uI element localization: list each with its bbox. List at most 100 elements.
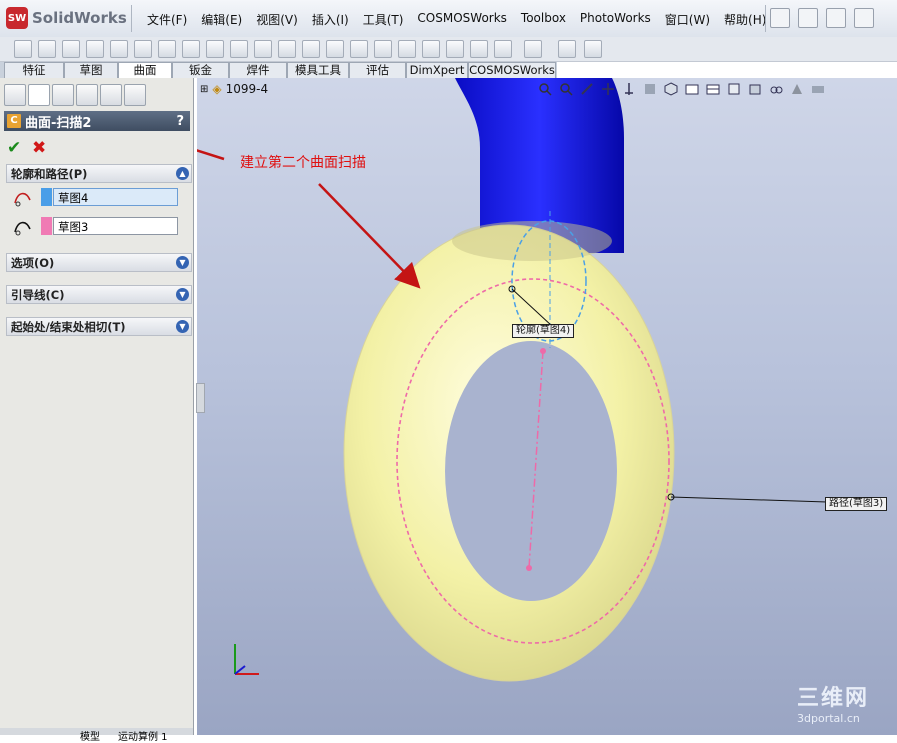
display-manager-tab-icon[interactable] <box>100 84 122 106</box>
dimxpert-manager-tab-icon[interactable] <box>76 84 98 106</box>
thicken-icon[interactable] <box>422 40 440 58</box>
path-selector-icon[interactable] <box>12 217 34 237</box>
new-document-icon[interactable] <box>770 8 790 28</box>
cut-with-surface-icon[interactable] <box>470 40 488 58</box>
tab-cosmosworks[interactable]: COSMOSWorks <box>468 62 556 78</box>
display-style-icon[interactable] <box>664 82 678 96</box>
section-view-icon[interactable] <box>601 82 615 96</box>
tab-surfaces[interactable]: 曲面 <box>118 62 172 79</box>
swept-surface-icon: C <box>7 114 21 128</box>
shadows-icon[interactable] <box>769 82 783 96</box>
path-callout[interactable]: 路径(草图3) <box>825 497 888 511</box>
menu-insert[interactable]: 插入(I) <box>305 9 356 30</box>
tab-sheet-metal[interactable]: 钣金 <box>172 62 229 78</box>
property-manager-tab-icon[interactable] <box>28 84 50 106</box>
menu-toolbox[interactable]: Toolbox <box>514 9 573 30</box>
curves-icon[interactable] <box>494 40 512 58</box>
save-icon[interactable] <box>826 8 846 28</box>
tab-sketch[interactable]: 草图 <box>64 62 118 78</box>
reference-geometry-icon[interactable] <box>558 40 576 58</box>
menu-tools[interactable]: 工具(T) <box>356 9 411 30</box>
view-toolbar <box>538 82 825 96</box>
previous-view-icon[interactable] <box>580 82 594 96</box>
section-guide-curves[interactable]: 引导线(C) ▼ <box>6 285 192 304</box>
section-tangency[interactable]: 起始处/结束处相切(T) ▼ <box>6 317 192 336</box>
replace-face-icon[interactable] <box>374 40 392 58</box>
offset-surface-icon[interactable] <box>182 40 200 58</box>
expand-chevron-icon[interactable]: ▼ <box>176 288 189 301</box>
zoom-area-icon[interactable] <box>559 82 573 96</box>
menu-window[interactable]: 窗口(W) <box>658 9 717 30</box>
boundary-surface-icon[interactable] <box>110 40 128 58</box>
view-settings-icon[interactable] <box>748 82 762 96</box>
watermark: 三维网 3dportal.cn <box>797 680 869 725</box>
thicken-cut-icon[interactable] <box>446 40 464 58</box>
watermark-url: 3dportal.cn <box>797 712 860 725</box>
section-profile-path[interactable]: 轮廓和路径(P) ▲ <box>6 164 192 183</box>
trim-surface-icon[interactable] <box>254 40 272 58</box>
tab-dimxpert[interactable]: DimXpert <box>406 62 468 78</box>
profile-callout[interactable]: 轮廓(草图4) <box>512 324 575 338</box>
section-options[interactable]: 选项(O) ▼ <box>6 253 192 272</box>
tab-weldments[interactable]: 焊件 <box>229 62 287 78</box>
realview-icon[interactable] <box>790 82 804 96</box>
graphics-area[interactable] <box>197 78 897 735</box>
swept-surface-icon[interactable] <box>62 40 80 58</box>
expand-icon[interactable]: ⊞ <box>200 84 208 95</box>
expand-chevron-icon[interactable]: ▼ <box>176 320 189 333</box>
profile-selector-icon[interactable] <box>12 188 34 208</box>
hide-show-items-icon[interactable] <box>685 82 699 96</box>
zoom-to-fit-icon[interactable] <box>538 82 552 96</box>
ok-check-icon[interactable]: ✔ <box>7 138 21 158</box>
configuration-manager-tab-icon[interactable] <box>52 84 74 106</box>
untrim-surface-icon[interactable] <box>278 40 296 58</box>
extruded-surface-icon[interactable] <box>14 40 32 58</box>
tab-motion-study[interactable]: 运动算例 1 <box>118 728 168 743</box>
lofted-surface-icon[interactable] <box>86 40 104 58</box>
tab-model[interactable]: 模型 <box>80 728 100 743</box>
delete-face-icon[interactable] <box>350 40 368 58</box>
knit-surface-icon[interactable] <box>302 40 320 58</box>
path-field[interactable]: 草图3 <box>53 217 178 235</box>
print-icon[interactable] <box>854 8 874 28</box>
help-icon[interactable]: ? <box>176 114 184 129</box>
printer-icon[interactable] <box>811 82 825 96</box>
menu-file[interactable]: 文件(F) <box>140 9 194 30</box>
menu-divider-right <box>765 5 766 32</box>
panel-splitter-handle[interactable] <box>196 383 205 413</box>
delete-hole-icon[interactable] <box>398 40 416 58</box>
edit-appearance-icon[interactable] <box>706 82 720 96</box>
solidworks-logo: SW SolidWorks <box>6 6 127 30</box>
feature-title-bar: C 曲面-扫描2 ? <box>4 111 190 131</box>
apply-scene-icon[interactable] <box>727 82 741 96</box>
profile-field[interactable]: 草图4 <box>53 188 178 206</box>
open-document-icon[interactable] <box>798 8 818 28</box>
collapse-chevron-icon[interactable]: ▲ <box>176 167 189 180</box>
path-color-swatch <box>41 217 52 235</box>
manager-tabs <box>4 84 146 106</box>
mold-split-icon[interactable] <box>584 40 602 58</box>
appearance-tab-icon[interactable] <box>124 84 146 106</box>
menu-photoworks[interactable]: PhotoWorks <box>573 9 658 30</box>
dynamic-annotation-icon[interactable] <box>622 82 636 96</box>
menu-cosmosworks[interactable]: COSMOSWorks <box>410 9 514 30</box>
tab-mold-tools[interactable]: 模具工具 <box>287 62 349 78</box>
revolved-surface-icon[interactable] <box>38 40 56 58</box>
expand-chevron-icon[interactable]: ▼ <box>176 256 189 269</box>
fillet-icon[interactable] <box>326 40 344 58</box>
tab-features[interactable]: 特征 <box>4 62 64 78</box>
planar-surface-icon[interactable] <box>158 40 176 58</box>
quick-access-toolbar <box>770 8 874 28</box>
ruled-surface-icon[interactable] <box>206 40 224 58</box>
feature-manager-tab-icon[interactable] <box>4 84 26 106</box>
extend-surface-icon[interactable] <box>230 40 248 58</box>
section-options-label: 选项(O) <box>11 255 55 270</box>
cancel-x-icon[interactable]: ✖ <box>32 138 46 158</box>
filled-surface-icon[interactable] <box>134 40 152 58</box>
view-orientation-icon[interactable] <box>643 82 657 96</box>
feature-tree-flyout[interactable]: ⊞ ◈ 1099-4 <box>200 82 268 96</box>
menu-view[interactable]: 视图(V) <box>249 9 305 30</box>
spline-icon[interactable] <box>524 40 542 58</box>
tab-evaluate[interactable]: 评估 <box>349 62 406 78</box>
menu-edit[interactable]: 编辑(E) <box>194 9 249 30</box>
